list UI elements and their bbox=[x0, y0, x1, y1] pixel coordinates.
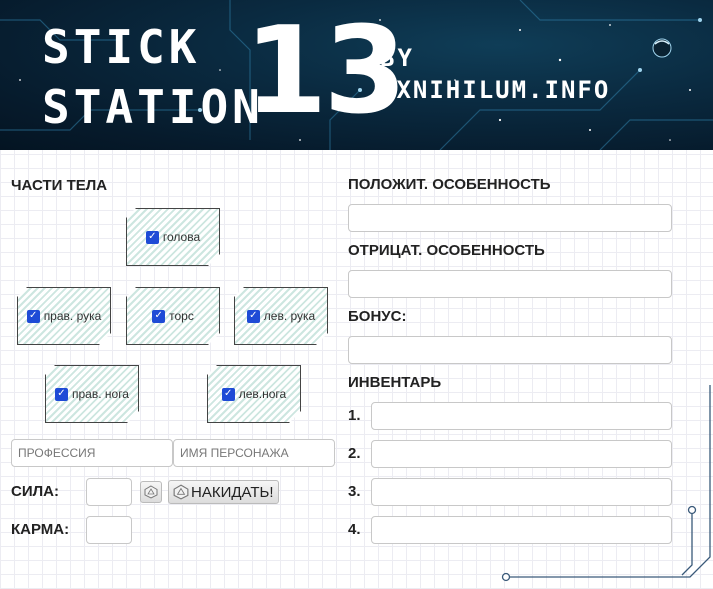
body-part-torso[interactable]: ✓ торс bbox=[126, 287, 220, 345]
body-parts-heading: ЧАСТИ ТЕЛА bbox=[11, 177, 108, 194]
site-label: EXNIHILUM.INFO bbox=[380, 76, 611, 104]
inventory-number: 1. bbox=[348, 407, 361, 424]
body-part-label: прав. нога bbox=[72, 387, 129, 401]
karma-label: КАРМА: bbox=[11, 521, 70, 538]
body-part-head[interactable]: ✓ голова bbox=[126, 208, 220, 266]
body-part-left-leg[interactable]: ✓ лев.нога bbox=[207, 365, 301, 423]
bonus-label: БОНУС: bbox=[348, 308, 407, 325]
bonus-input[interactable] bbox=[348, 336, 672, 364]
inventory-item-input[interactable] bbox=[371, 478, 672, 506]
checkbox-checked-icon[interactable]: ✓ bbox=[146, 231, 159, 244]
header-banner: STICK STATION 13 BY EXNIHILUM.INFO bbox=[0, 0, 713, 150]
roll-all-button[interactable]: НАКИДАТЬ! bbox=[168, 480, 279, 504]
checkbox-checked-icon[interactable]: ✓ bbox=[247, 310, 260, 323]
strength-label: СИЛА: bbox=[11, 483, 59, 500]
inventory-number: 2. bbox=[348, 445, 361, 462]
inventory-item-input[interactable] bbox=[371, 402, 672, 430]
checkbox-checked-icon[interactable]: ✓ bbox=[27, 310, 40, 323]
character-name-input[interactable]: ИМЯ ПЕРСОНАЖА bbox=[173, 439, 335, 467]
karma-input[interactable] bbox=[86, 516, 132, 544]
checkbox-checked-icon[interactable]: ✓ bbox=[222, 388, 235, 401]
body-part-label: лев. рука bbox=[263, 309, 316, 323]
inventory-item-input[interactable] bbox=[371, 440, 672, 468]
by-label: BY bbox=[380, 44, 415, 72]
inventory-number: 4. bbox=[348, 521, 361, 538]
inventory-heading: ИНВЕНТАРЬ bbox=[348, 374, 442, 391]
strength-input[interactable] bbox=[86, 478, 132, 506]
roll-all-label: НАКИДАТЬ! bbox=[191, 483, 274, 501]
body-part-label: торс bbox=[169, 309, 194, 323]
profession-input[interactable]: ПРОФЕССИЯ bbox=[11, 439, 173, 467]
title-number: 13 bbox=[244, 2, 407, 141]
body-part-left-arm[interactable]: ✓ лев. рука bbox=[234, 287, 328, 345]
body-part-right-leg[interactable]: ✓ прав. нога bbox=[45, 365, 139, 423]
body-part-label: голова bbox=[162, 230, 201, 244]
positive-trait-input[interactable] bbox=[348, 204, 672, 232]
negative-trait-label: ОТРИЦАТ. ОСОБЕННОСТЬ bbox=[348, 242, 545, 259]
positive-trait-label: ПОЛОЖИТ. ОСОБЕННОСТЬ bbox=[348, 176, 551, 193]
checkbox-checked-icon[interactable]: ✓ bbox=[55, 388, 68, 401]
negative-trait-input[interactable] bbox=[348, 270, 672, 298]
inventory-number: 3. bbox=[348, 483, 361, 500]
body-part-label: прав. рука bbox=[43, 309, 102, 323]
d20-dice-icon bbox=[173, 484, 189, 500]
inventory-item-input[interactable] bbox=[371, 516, 672, 544]
d20-dice-icon bbox=[144, 485, 158, 499]
roll-strength-button[interactable] bbox=[140, 481, 162, 503]
title-line-2: STATION bbox=[42, 80, 264, 134]
title-line-1: STICK bbox=[42, 20, 201, 74]
body-part-label: лев.нога bbox=[238, 387, 287, 401]
body-part-right-arm[interactable]: ✓ прав. рука bbox=[17, 287, 111, 345]
checkbox-checked-icon[interactable]: ✓ bbox=[152, 310, 165, 323]
